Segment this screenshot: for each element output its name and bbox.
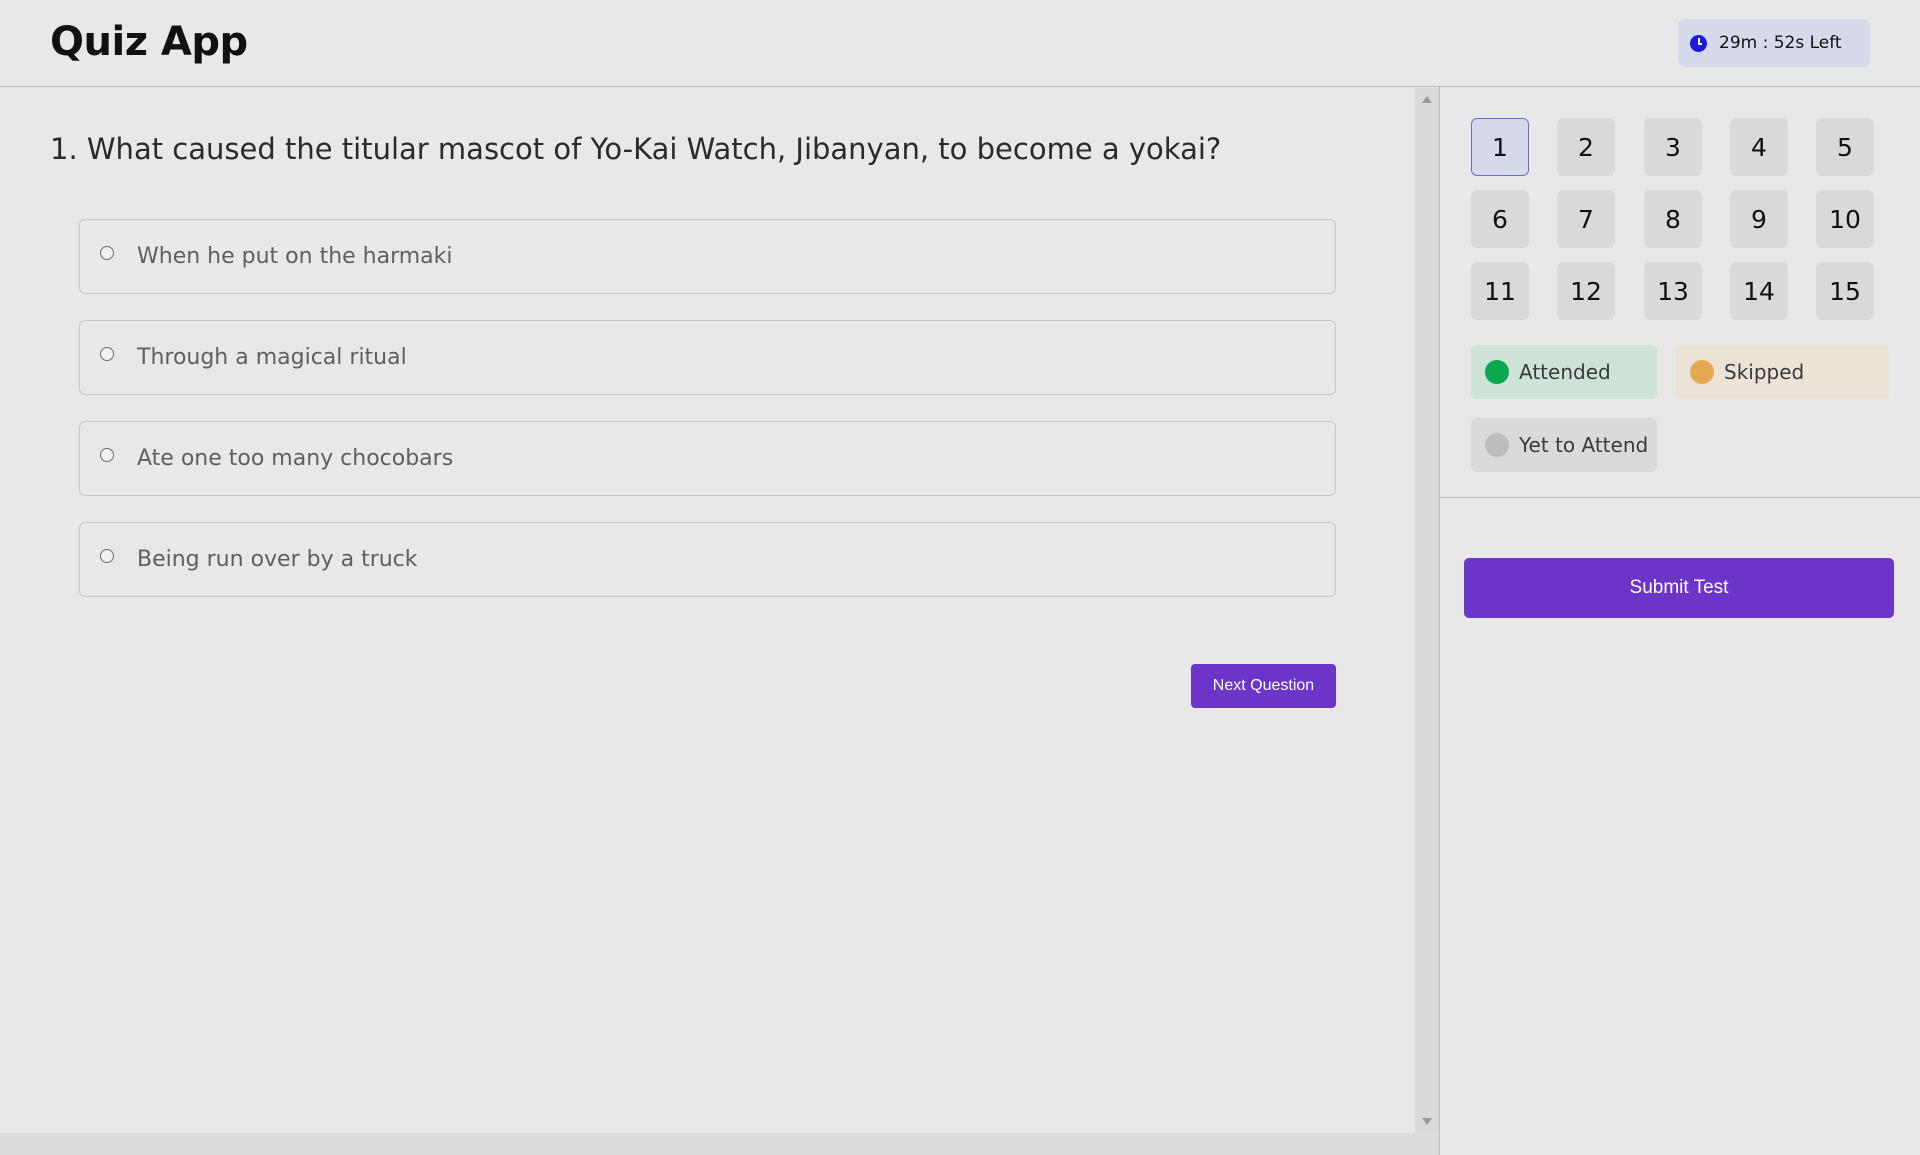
question-number-button[interactable]: 6 [1471, 190, 1529, 248]
legend-skipped: Skipped [1676, 345, 1889, 399]
question-panel: 1. What caused the titular mascot of Yo-… [0, 88, 1415, 1133]
attended-dot-icon [1485, 360, 1509, 384]
sidebar: 1 2 3 4 5 6 7 8 9 10 11 12 13 14 15 Atte… [1439, 87, 1920, 1155]
option-label: Being run over by a truck [137, 547, 418, 572]
question-number-button[interactable]: 4 [1730, 118, 1788, 176]
question-text: 1. What caused the titular mascot of Yo-… [50, 132, 1222, 166]
question-number-button[interactable]: 13 [1644, 262, 1702, 320]
question-number-button[interactable]: 3 [1644, 118, 1702, 176]
legend-attended: Attended [1471, 345, 1657, 399]
question-number-button[interactable]: 5 [1816, 118, 1874, 176]
app-title: Quiz App [50, 19, 248, 65]
question-number-button[interactable]: 8 [1644, 190, 1702, 248]
question-number-button[interactable]: 2 [1557, 118, 1615, 176]
header: Quiz App 29m : 52s Left [0, 0, 1920, 87]
legend-label: Yet to Attend [1519, 433, 1649, 457]
radio-button[interactable] [100, 246, 114, 260]
radio-button[interactable] [100, 347, 114, 361]
timer-badge: 29m : 52s Left [1678, 19, 1870, 67]
vertical-scrollbar[interactable] [1415, 88, 1439, 1133]
radio-button[interactable] [100, 448, 114, 462]
option-label: When he put on the harmaki [137, 244, 453, 269]
radio-button[interactable] [100, 549, 114, 563]
question-number-button[interactable]: 15 [1816, 262, 1874, 320]
skipped-dot-icon [1690, 360, 1714, 384]
yet-to-attend-dot-icon [1485, 433, 1509, 457]
question-number-button[interactable]: 1 [1471, 118, 1529, 176]
question-number-button[interactable]: 10 [1816, 190, 1874, 248]
legend-label: Skipped [1724, 360, 1805, 384]
next-question-button[interactable]: Next Question [1191, 664, 1336, 708]
answer-option[interactable]: Through a magical ritual [79, 320, 1336, 395]
answer-option[interactable]: Ate one too many chocobars [79, 421, 1336, 496]
timer-text: 29m : 52s Left [1719, 33, 1842, 53]
question-number-button[interactable]: 12 [1557, 262, 1615, 320]
legend-yet-to-attend: Yet to Attend [1471, 418, 1657, 472]
option-label: Through a magical ritual [137, 345, 407, 370]
scroll-down-arrow-icon[interactable] [1422, 1118, 1432, 1125]
scroll-up-arrow-icon[interactable] [1422, 96, 1432, 103]
horizontal-scrollbar[interactable] [0, 1133, 1440, 1155]
question-number-button[interactable]: 9 [1730, 190, 1788, 248]
option-label: Ate one too many chocobars [137, 446, 454, 471]
answer-option[interactable]: When he put on the harmaki [79, 219, 1336, 294]
question-number-button[interactable]: 7 [1557, 190, 1615, 248]
answer-option[interactable]: Being run over by a truck [79, 522, 1336, 597]
question-number-button[interactable]: 14 [1730, 262, 1788, 320]
clock-icon [1690, 35, 1707, 52]
question-number-button[interactable]: 11 [1471, 262, 1529, 320]
legend-label: Attended [1519, 360, 1611, 384]
question-navigator: 1 2 3 4 5 6 7 8 9 10 11 12 13 14 15 Atte… [1440, 87, 1920, 498]
submit-test-button[interactable]: Submit Test [1464, 558, 1894, 618]
